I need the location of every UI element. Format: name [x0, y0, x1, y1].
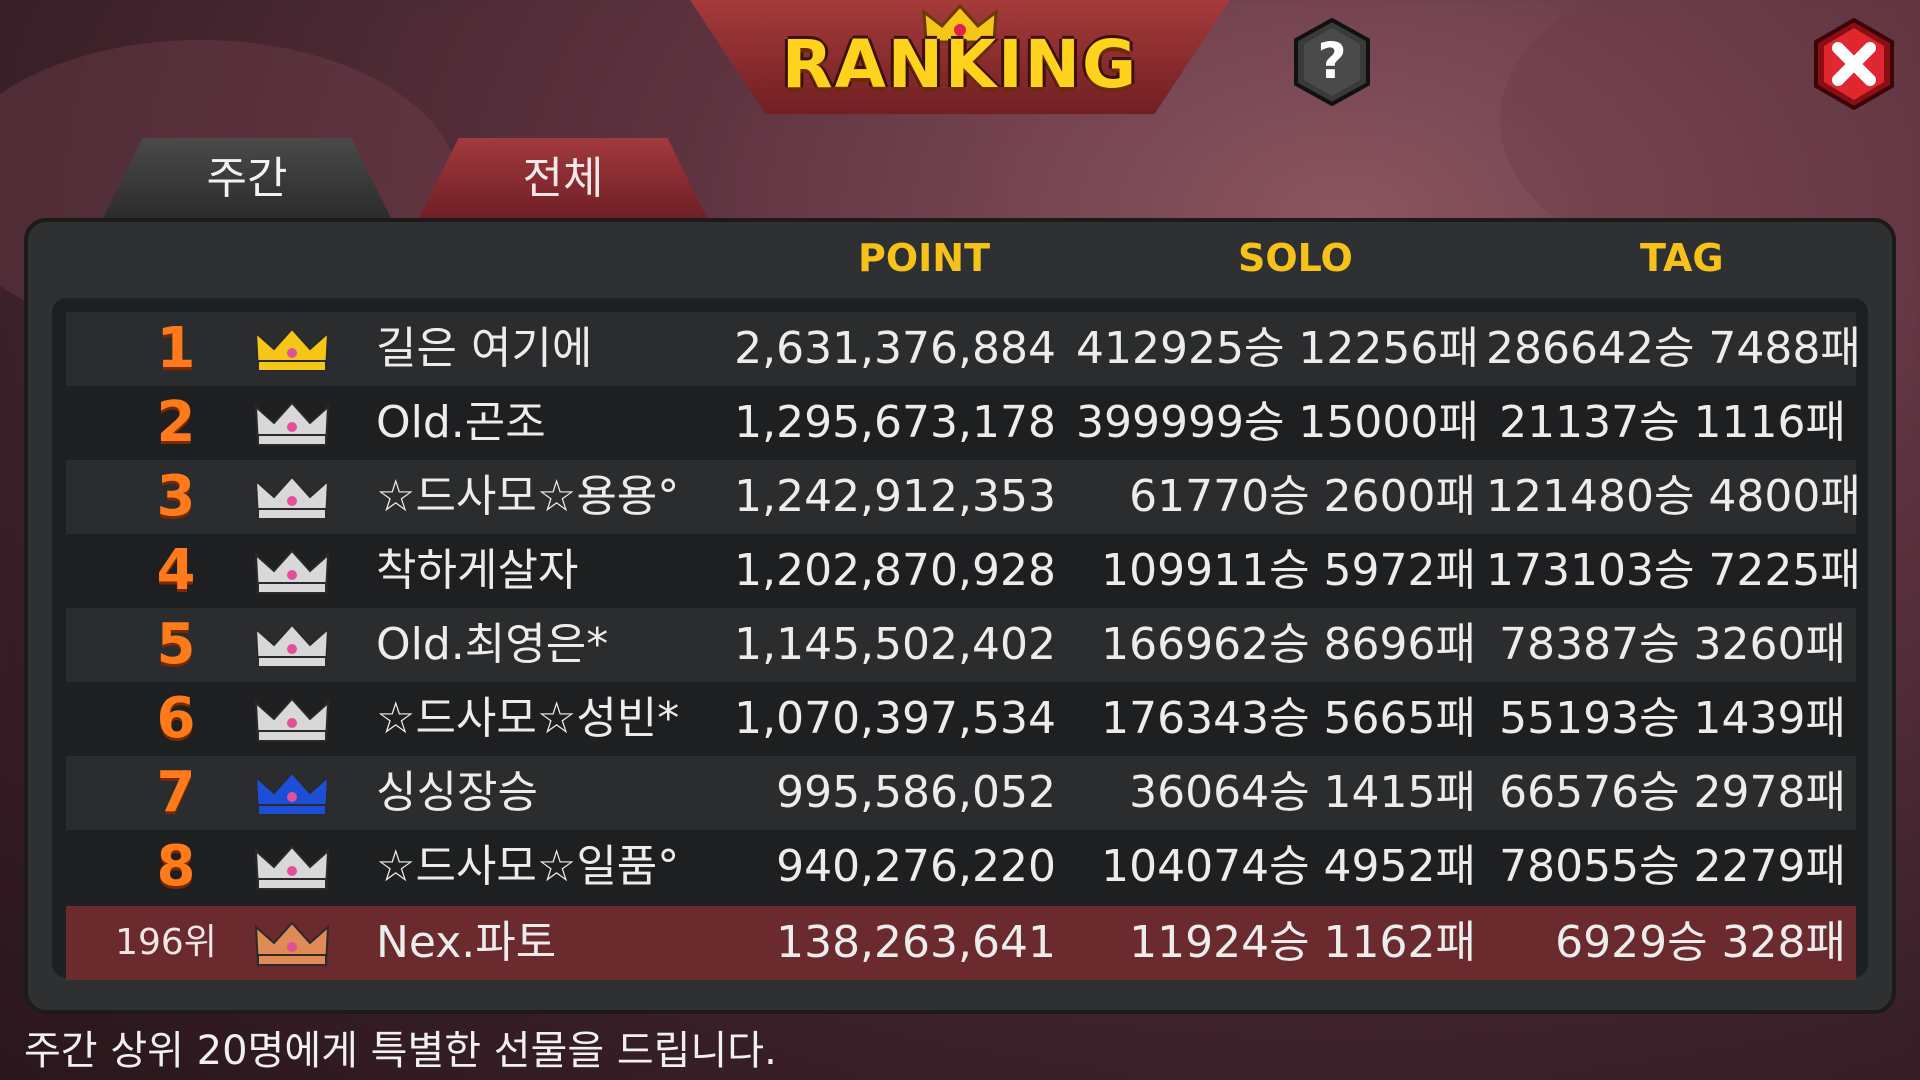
table-row[interactable]: 1 길은 여기에 2,631,376,884 412925승 12256패 286642…	[66, 312, 1861, 386]
column-header-solo: SOLO	[1238, 236, 1353, 280]
help-icon: ?	[1317, 32, 1346, 90]
column-header-point: POINT	[858, 236, 991, 280]
silver-crown-icon	[252, 620, 332, 670]
point-value: 1,242,912,353	[734, 471, 1056, 522]
tag-record: 6929승 328패	[1555, 917, 1846, 968]
tag-record: 173103승 7225패	[1486, 545, 1861, 596]
table-row[interactable]: 3 ☆드사모☆용용° 1,242,912,353 61770승 2600패 121480…	[66, 460, 1861, 534]
point-value: 1,202,870,928	[734, 545, 1056, 596]
blue-crown-icon	[252, 768, 332, 818]
solo-record: 176343승 5665패	[1101, 693, 1476, 744]
tag-record: 55193승 1439패	[1499, 693, 1846, 744]
tab-weekly[interactable]: 주간	[102, 138, 392, 220]
silver-crown-icon	[252, 694, 332, 744]
table-row[interactable]: 6 ☆드사모☆성빈* 1,070,397,534 176343승 5665패 55193…	[66, 682, 1856, 756]
solo-record: 109911승 5972패	[1101, 545, 1476, 596]
point-value: 1,070,397,534	[734, 693, 1056, 744]
bronze-crown-icon	[252, 918, 332, 968]
silver-crown-icon	[252, 472, 332, 522]
column-header-tag: TAG	[1640, 236, 1724, 280]
rank-number: 1	[156, 316, 196, 381]
solo-record: 36064승 1415패	[1129, 767, 1476, 818]
rank-number: 196위	[115, 922, 217, 963]
page-title: RANKING	[781, 26, 1139, 103]
tag-record: 21137승 1116패	[1499, 397, 1846, 448]
rank-number: 3	[156, 464, 196, 529]
rank-number: 7	[156, 760, 196, 825]
tag-record: 121480승 4800패	[1486, 471, 1861, 522]
tab-all[interactable]: 전체	[418, 138, 708, 220]
silver-crown-icon	[252, 842, 332, 892]
table-row[interactable]: 5 Old.최영은* 1,145,502,402 166962승 8696패 78387…	[66, 608, 1856, 682]
ranking-table: 1 길은 여기에 2,631,376,884 412925승 12256패 286642…	[52, 298, 1868, 980]
solo-record: 166962승 8696패	[1101, 619, 1476, 670]
solo-record: 399999승 15000패	[1076, 397, 1479, 448]
point-value: 1,145,502,402	[734, 619, 1056, 670]
silver-crown-icon	[252, 546, 332, 596]
point-value: 138,263,641	[776, 917, 1056, 968]
rank-number: 8	[156, 834, 196, 899]
tag-record: 66576승 2978패	[1499, 767, 1846, 818]
rank-number: 5	[156, 612, 196, 677]
point-value: 1,295,673,178	[734, 397, 1056, 448]
tag-record: 286642승 7488패	[1486, 323, 1861, 374]
point-value: 940,276,220	[776, 841, 1056, 892]
rank-number: 2	[156, 390, 196, 455]
rank-number: 4	[156, 538, 196, 603]
my-rank-row[interactable]: 196위 Nex.파토 138,263,641 11924승 1162패 6929승 3…	[66, 906, 1856, 980]
table-row[interactable]: 7 싱싱장승 995,586,052 36064승 1415패 66576승 2978패	[66, 756, 1856, 830]
footer-notice: 주간 상위 20명에게 특별한 선물을 드립니다.	[24, 1028, 777, 1074]
gold-crown-icon	[252, 324, 332, 374]
tag-record: 78055승 2279패	[1499, 841, 1846, 892]
silver-crown-icon	[252, 398, 332, 448]
rank-number: 6	[156, 686, 196, 751]
solo-record: 412925승 12256패	[1076, 323, 1479, 374]
table-row[interactable]: 2 Old.곤조 1,295,673,178 399999승 15000패 21137승…	[66, 386, 1856, 460]
solo-record: 61770승 2600패	[1129, 471, 1476, 522]
table-row[interactable]: 4 착하게살자 1,202,870,928 109911승 5972패 173103승 …	[66, 534, 1861, 608]
solo-record: 104074승 4952패	[1101, 841, 1476, 892]
solo-record: 11924승 1162패	[1129, 917, 1476, 968]
point-value: 2,631,376,884	[734, 323, 1056, 374]
point-value: 995,586,052	[776, 767, 1056, 818]
close-button[interactable]	[1808, 18, 1900, 110]
help-button[interactable]: ?	[1288, 18, 1376, 106]
table-row[interactable]: 8 ☆드사모☆일품° 940,276,220 104074승 4952패 78055승 …	[66, 830, 1856, 904]
tag-record: 78387승 3260패	[1499, 619, 1846, 670]
